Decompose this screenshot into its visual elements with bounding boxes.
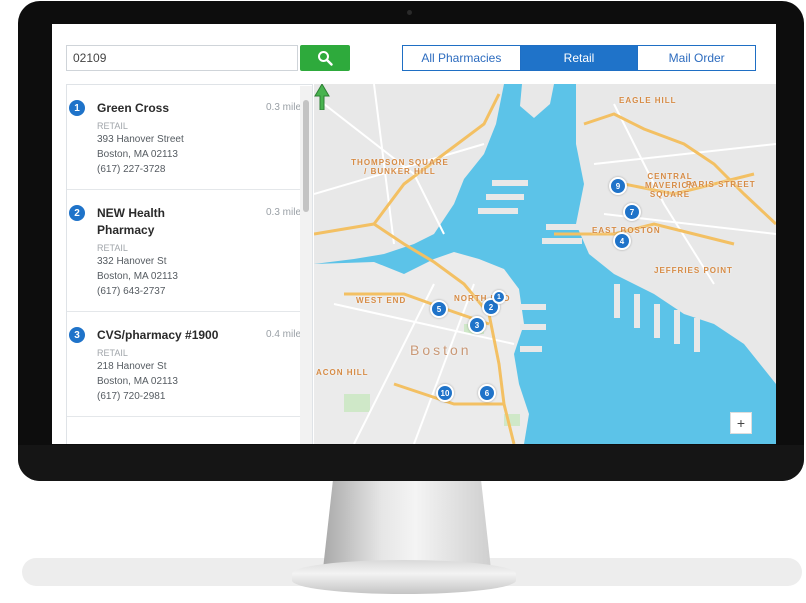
search-bar: All Pharmacies Retail Mail Order: [52, 24, 776, 86]
results-scrollbar[interactable]: [300, 86, 312, 444]
scrollbar-thumb[interactable]: [303, 100, 309, 212]
map-marker-9[interactable]: 9: [609, 177, 627, 195]
pharmacy-name: CVS/pharmacy #1900: [97, 328, 219, 342]
map-background: [314, 84, 776, 444]
map-label-paris-street: PARIS STREET: [686, 180, 756, 189]
result-number-badge: 2: [69, 205, 85, 221]
pharmacy-type-tabs: All Pharmacies Retail Mail Order: [402, 45, 756, 71]
list-item[interactable]: 3 CVS/pharmacy #1900 0.4 miles RETAIL 21…: [67, 312, 312, 417]
monitor-stand: [323, 479, 491, 569]
monitor-base: [292, 560, 516, 594]
camera-dot: [407, 10, 412, 15]
pharmacy-phone: (617) 227-3728: [97, 164, 166, 175]
location-pin-icon: [314, 84, 330, 110]
pharmacy-city: Boston, MA 02113: [97, 149, 178, 160]
map-marker-7[interactable]: 7: [623, 203, 641, 221]
map-marker-6[interactable]: 6: [478, 384, 496, 402]
pharmacy-type: RETAIL: [97, 121, 128, 131]
pharmacy-name: NEW Health Pharmacy: [97, 206, 166, 237]
map-marker-1[interactable]: 1: [492, 290, 506, 304]
search-icon: [318, 51, 333, 66]
list-item[interactable]: 2 NEW Health Pharmacy 0.3 miles RETAIL 3…: [67, 190, 312, 312]
pharmacy-type: RETAIL: [97, 243, 128, 253]
map-label-west-end: WEST END: [356, 296, 407, 305]
monitor-mockup: All Pharmacies Retail Mail Order 1 Green…: [0, 0, 806, 603]
result-number-badge: 1: [69, 100, 85, 116]
pharmacy-street: 393 Hanover Street: [97, 134, 184, 145]
tab-mail-order[interactable]: Mail Order: [638, 46, 756, 70]
tab-retail[interactable]: Retail: [520, 46, 639, 70]
map-label-boston: Boston: [410, 342, 472, 358]
pharmacy-phone: (617) 720-2981: [97, 391, 166, 402]
zip-search-input[interactable]: [66, 45, 298, 71]
pharmacy-results-list: 1 Green Cross 0.3 miles RETAIL 393 Hanov…: [66, 84, 313, 444]
map-label-eagle-hill: EAGLE HILL: [619, 96, 677, 105]
map-label-beacon-hill: ACON HILL: [316, 368, 369, 377]
pharmacy-street: 332 Hanover St: [97, 256, 167, 267]
map-label-jeffries-point: JEFFRIES POINT: [654, 266, 733, 275]
pharmacy-phone: (617) 643-2737: [97, 286, 166, 297]
pharmacy-city: Boston, MA 02113: [97, 376, 178, 387]
pharmacy-city: Boston, MA 02113: [97, 271, 178, 282]
map-marker-4[interactable]: 4: [613, 232, 631, 250]
search-button[interactable]: [300, 45, 350, 71]
pharmacy-type: RETAIL: [97, 348, 128, 358]
pharmacy-street: 218 Hanover St: [97, 361, 167, 372]
map-marker-3[interactable]: 3: [468, 316, 486, 334]
map-marker-5[interactable]: 5: [430, 300, 448, 318]
list-item[interactable]: 1 Green Cross 0.3 miles RETAIL 393 Hanov…: [67, 85, 312, 190]
monitor-bezel: All Pharmacies Retail Mail Order 1 Green…: [18, 1, 804, 481]
result-number-badge: 3: [69, 327, 85, 343]
map-marker-10[interactable]: 10: [436, 384, 454, 402]
map-view[interactable]: EAGLE HILL THOMPSON SQUARE / BUNKER HILL…: [314, 84, 776, 444]
map-label-thompson-square: THOMPSON SQUARE / BUNKER HILL: [351, 158, 449, 176]
pharmacy-name: Green Cross: [97, 101, 170, 115]
tab-all-pharmacies[interactable]: All Pharmacies: [403, 46, 521, 70]
pharmacy-locator-screen: All Pharmacies Retail Mail Order 1 Green…: [52, 24, 776, 444]
zoom-in-button[interactable]: +: [730, 412, 752, 434]
